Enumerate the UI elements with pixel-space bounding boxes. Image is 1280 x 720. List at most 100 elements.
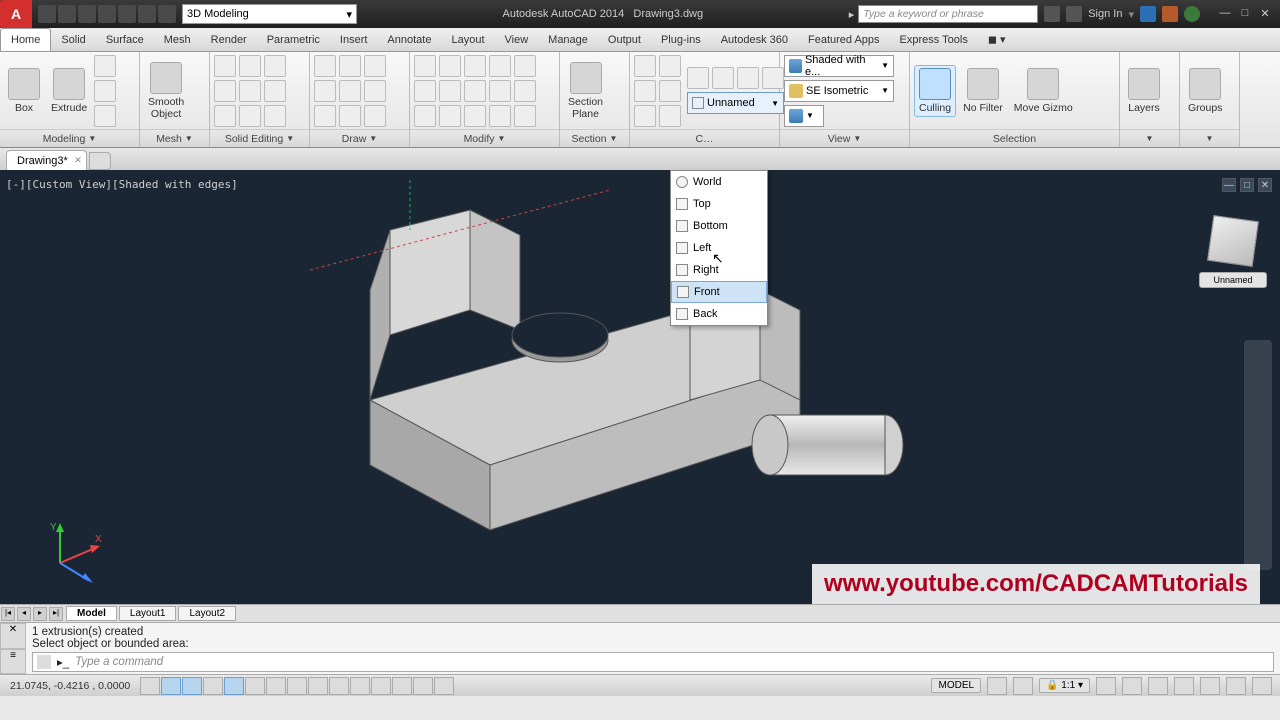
close-button[interactable]: ✕: [1256, 7, 1274, 21]
ucs-btn[interactable]: [634, 80, 656, 102]
mod-btn[interactable]: [514, 105, 536, 127]
sb-snap-icon[interactable]: [161, 677, 181, 695]
tab-home[interactable]: Home: [0, 28, 51, 51]
search-input[interactable]: Type a keyword or phrase: [858, 5, 1038, 23]
sb-qp-icon[interactable]: [392, 677, 412, 695]
sb-ws-switch-icon[interactable]: [1148, 677, 1168, 695]
view-cube[interactable]: Unnamed: [1198, 210, 1268, 300]
tab-surface[interactable]: Surface: [96, 28, 154, 51]
file-tab-drawing3[interactable]: Drawing3*✕: [6, 150, 87, 170]
infocenter-icon[interactable]: [1044, 6, 1060, 22]
tab-autodesk360[interactable]: Autodesk 360: [711, 28, 798, 51]
mod-btn[interactable]: [439, 80, 461, 102]
minimize-button[interactable]: —: [1216, 7, 1234, 21]
sb-tpy-icon[interactable]: [371, 677, 391, 695]
sb-ducs-icon[interactable]: [308, 677, 328, 695]
ucs-icon[interactable]: Y X: [40, 518, 110, 588]
ucs-btn[interactable]: [712, 67, 734, 89]
qat-open-icon[interactable]: [58, 5, 76, 23]
layout-nav-prev-icon[interactable]: ◂: [17, 607, 31, 621]
sb-grid-icon[interactable]: [182, 677, 202, 695]
tab-solid[interactable]: Solid: [51, 28, 95, 51]
tab-view[interactable]: View: [495, 28, 539, 51]
user-icon[interactable]: [1066, 6, 1082, 22]
sb-dyn-icon[interactable]: [329, 677, 349, 695]
ucs-btn[interactable]: [687, 67, 709, 89]
command-input[interactable]: ▸_ Type a command: [32, 652, 1274, 672]
ucs-item-world[interactable]: World: [671, 171, 767, 193]
sb-isolate-icon[interactable]: [1226, 677, 1246, 695]
viewport-minimize-icon[interactable]: —: [1222, 178, 1236, 192]
se-btn[interactable]: [239, 80, 261, 102]
mod-btn[interactable]: [414, 105, 436, 127]
mod-btn[interactable]: [439, 105, 461, 127]
sb-annoscale-icon[interactable]: [1096, 677, 1116, 695]
se-btn[interactable]: [214, 55, 236, 77]
mod-btn[interactable]: [464, 80, 486, 102]
layout-nav-next-icon[interactable]: ▸: [33, 607, 47, 621]
qat-print-icon[interactable]: [118, 5, 136, 23]
search-chevron-icon[interactable]: ▸: [849, 8, 855, 21]
no-filter-button[interactable]: No Filter: [959, 66, 1007, 116]
maximize-button[interactable]: □: [1236, 7, 1254, 21]
se-btn[interactable]: [264, 105, 286, 127]
ucs-item-top[interactable]: Top: [671, 193, 767, 215]
polysolid-icon[interactable]: [94, 55, 116, 77]
viewport-close-icon[interactable]: ✕: [1258, 178, 1272, 192]
ucs-item-bottom[interactable]: Bottom: [671, 215, 767, 237]
se-btn[interactable]: [239, 105, 261, 127]
status-coordinates[interactable]: 21.0745, -0.4216 , 0.0000: [0, 680, 140, 692]
visual-style-dropdown[interactable]: Shaded with e...▼: [784, 55, 894, 77]
ucs-btn[interactable]: [634, 105, 656, 127]
status-scale-chip[interactable]: 🔒 1:1 ▾: [1039, 678, 1090, 693]
revolve-icon[interactable]: [94, 105, 116, 127]
mod-btn[interactable]: [514, 55, 536, 77]
mod-btn[interactable]: [414, 55, 436, 77]
new-tab-button[interactable]: [89, 152, 111, 170]
tab-layout[interactable]: Layout: [441, 28, 494, 51]
section-plane-button[interactable]: Section Plane: [564, 60, 607, 122]
tab-mesh[interactable]: Mesh: [154, 28, 201, 51]
smooth-object-button[interactable]: Smooth Object: [144, 60, 188, 122]
sb-am-icon[interactable]: [434, 677, 454, 695]
sb-toolbar-lock-icon[interactable]: [1174, 677, 1194, 695]
ucs-btn[interactable]: [659, 80, 681, 102]
box-button[interactable]: Box: [4, 66, 44, 116]
qat-new-icon[interactable]: [38, 5, 56, 23]
sign-in-link[interactable]: Sign In: [1088, 8, 1122, 20]
tab-manage[interactable]: Manage: [538, 28, 598, 51]
culling-button[interactable]: Culling: [914, 65, 956, 117]
mod-btn[interactable]: [414, 80, 436, 102]
draw-btn[interactable]: [339, 55, 361, 77]
layout-nav-last-icon[interactable]: ▸|: [49, 607, 63, 621]
viewcube-label[interactable]: Unnamed: [1199, 272, 1267, 288]
tab-insert[interactable]: Insert: [330, 28, 378, 51]
qat-save-icon[interactable]: [78, 5, 96, 23]
sb-lwt-icon[interactable]: [350, 677, 370, 695]
mod-btn[interactable]: [464, 105, 486, 127]
sb-hardware-icon[interactable]: [1200, 677, 1220, 695]
viewport-maximize-icon[interactable]: □: [1240, 178, 1254, 192]
viewport-label[interactable]: [-][Custom View][Shaded with edges]: [6, 178, 238, 191]
draw-btn[interactable]: [364, 55, 386, 77]
tab-overflow-icon[interactable]: ◼ ▾: [978, 28, 1016, 51]
sb-annovisibility-icon[interactable]: [1122, 677, 1142, 695]
status-model-chip[interactable]: MODEL: [931, 678, 981, 693]
drawing-area[interactable]: [-][Custom View][Shaded with edges] — □ …: [0, 170, 1280, 604]
ucs-item-front[interactable]: Front: [671, 281, 767, 303]
ucs-btn[interactable]: [634, 55, 656, 77]
tab-parametric[interactable]: Parametric: [257, 28, 330, 51]
sb-otrack-icon[interactable]: [287, 677, 307, 695]
se-btn[interactable]: [214, 80, 236, 102]
qat-redo-icon[interactable]: [158, 5, 176, 23]
app-icon[interactable]: [1162, 6, 1178, 22]
tab-featured-apps[interactable]: Featured Apps: [798, 28, 890, 51]
sb-ortho-icon[interactable]: [203, 677, 223, 695]
view-preset-dropdown[interactable]: SE Isometric▼: [784, 80, 894, 102]
se-btn[interactable]: [264, 55, 286, 77]
sb-3dosnap-icon[interactable]: [266, 677, 286, 695]
ucs-btn[interactable]: [737, 67, 759, 89]
draw-btn[interactable]: [364, 105, 386, 127]
cmd-handle-icon[interactable]: ≡: [0, 649, 26, 675]
qat-saveas-icon[interactable]: [98, 5, 116, 23]
